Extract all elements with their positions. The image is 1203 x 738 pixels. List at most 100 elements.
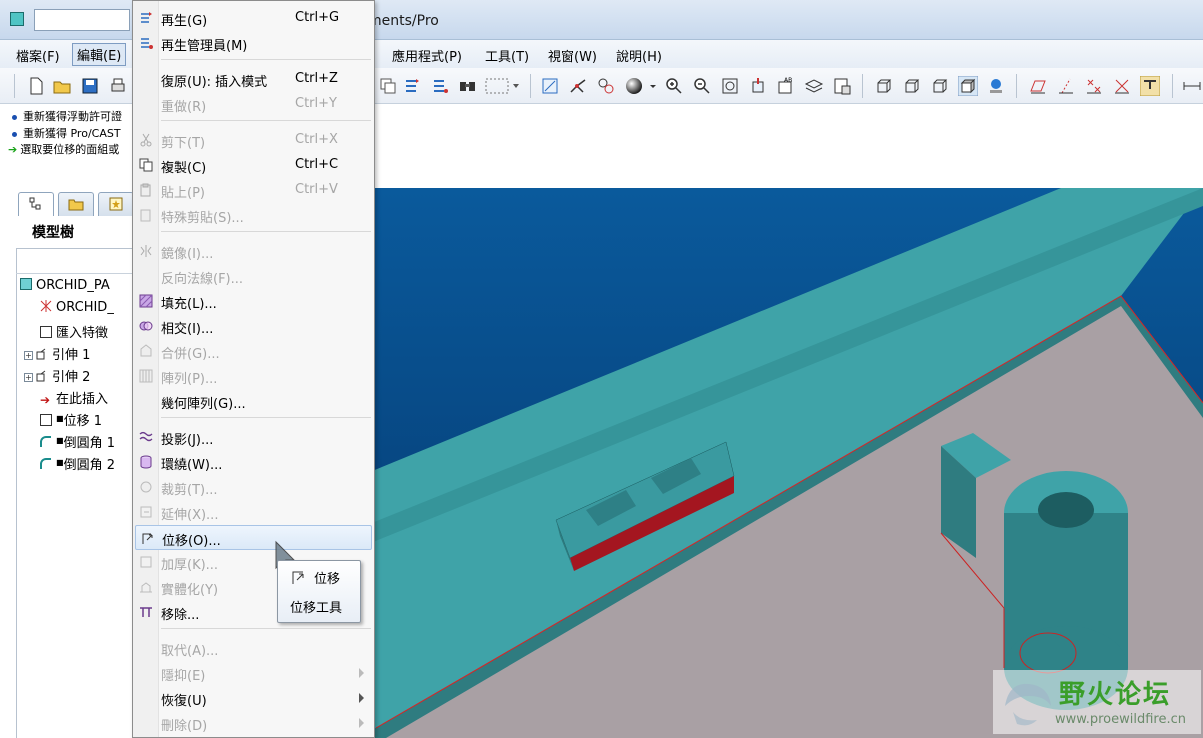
- menu-item-extend[interactable]: 延伸(X)...: [133, 500, 374, 525]
- folder-icon: [68, 199, 84, 211]
- menu-item-flip-normals[interactable]: 反向法線(F)...: [133, 264, 374, 289]
- insert-arrow-icon: ➔: [40, 393, 51, 407]
- new-file-icon[interactable]: [26, 76, 46, 96]
- tree-item-root[interactable]: ORCHID_PA: [20, 278, 110, 293]
- tab-folder-browser[interactable]: [58, 192, 94, 216]
- menu-item-mirror[interactable]: 鏡像(I)...: [133, 239, 374, 264]
- datum-axis-display-icon[interactable]: [1056, 76, 1076, 96]
- info-bullet-icon: [12, 114, 17, 120]
- spin-center-icon[interactable]: [596, 76, 616, 96]
- pattern-icon: [139, 369, 153, 383]
- selection-filter-icon[interactable]: [485, 76, 521, 96]
- svg-text:AB: AB: [784, 77, 792, 84]
- chevron-down-icon[interactable]: [648, 76, 658, 96]
- reorient-icon[interactable]: [748, 76, 768, 96]
- tree-item-import[interactable]: 匯入特徵: [40, 322, 108, 341]
- coordinate-system-icon[interactable]: [1112, 76, 1132, 96]
- zoom-out-icon[interactable]: [692, 76, 712, 96]
- menu-item-geometry-pattern[interactable]: 幾何陣列(G)...: [133, 389, 374, 414]
- menu-item-copy[interactable]: 複製(C) Ctrl+C: [133, 153, 374, 178]
- tree-item-csys[interactable]: ORCHID_: [40, 300, 114, 315]
- save-icon[interactable]: [80, 76, 100, 96]
- refit-icon[interactable]: [720, 76, 740, 96]
- tab-favorites[interactable]: [98, 192, 134, 216]
- find-icon[interactable]: [458, 76, 478, 96]
- sketch-icon[interactable]: [540, 76, 560, 96]
- offset-icon: [292, 571, 304, 584]
- menu-applications[interactable]: 應用程式(P): [392, 46, 462, 65]
- prompt-arrow-icon: ➔: [8, 143, 18, 156]
- copy-tool-icon[interactable]: [378, 76, 398, 96]
- datum-axis-icon[interactable]: [568, 76, 588, 96]
- menu-item-suppress[interactable]: 隱抑(E): [133, 661, 374, 686]
- menu-edit[interactable]: 編輯(E): [72, 43, 127, 66]
- tree-item-round-1[interactable]: ■倒圓角 1: [40, 432, 115, 451]
- no-hidden-icon[interactable]: [930, 76, 950, 96]
- favorites-icon: [109, 197, 123, 211]
- paste-special-icon: [140, 209, 151, 222]
- tree-item-insert-here[interactable]: ➔ 在此插入: [40, 388, 108, 407]
- menu-item-wrap[interactable]: 環繞(W)...: [133, 450, 374, 475]
- datum-point-icon[interactable]: [1084, 76, 1104, 96]
- open-folder-icon[interactable]: [52, 76, 72, 96]
- window-title: ments/Pro: [368, 13, 439, 29]
- print-icon[interactable]: [108, 76, 128, 96]
- menu-item-intersect[interactable]: 相交(I)...: [133, 314, 374, 339]
- menu-item-regen-manager[interactable]: 再生管理員(M): [133, 31, 374, 56]
- menu-file[interactable]: 檔案(F): [16, 46, 60, 65]
- menu-window[interactable]: 視窗(W): [548, 46, 597, 65]
- menu-item-paste[interactable]: 貼上(P) Ctrl+V: [133, 178, 374, 203]
- tab-model-tree[interactable]: [18, 192, 54, 216]
- wireframe-icon[interactable]: [874, 76, 894, 96]
- fill-icon: [139, 294, 153, 308]
- menu-item-merge[interactable]: 合併(G)...: [133, 339, 374, 364]
- solidify-icon: [140, 582, 152, 593]
- menu-item-delete[interactable]: 刪除(D): [133, 711, 374, 736]
- menu-help[interactable]: 說明(H): [616, 46, 662, 65]
- hidden-line-icon[interactable]: [902, 76, 922, 96]
- menu-tools[interactable]: 工具(T): [485, 46, 529, 65]
- model-tree-header: [16, 248, 136, 274]
- tree-item-round-2[interactable]: ■倒圓角 2: [40, 454, 115, 473]
- layers-icon[interactable]: [804, 76, 824, 96]
- edit-menu: 再生(G) Ctrl+G 再生管理員(M) 復原(U): 插入模式 Ctrl+Z…: [132, 0, 375, 738]
- regen-manager-icon[interactable]: [430, 76, 450, 96]
- title-input[interactable]: [34, 9, 130, 31]
- saved-views-icon[interactable]: AB: [776, 76, 796, 96]
- menu-item-redo[interactable]: 重做(R) Ctrl+Y: [133, 92, 374, 117]
- menu-item-regenerate[interactable]: 再生(G) Ctrl+G: [133, 6, 374, 31]
- shading-sphere-icon[interactable]: [624, 76, 644, 96]
- menu-item-fill[interactable]: 填充(L)...: [133, 289, 374, 314]
- expand-icon[interactable]: +: [24, 373, 33, 382]
- menu-separator: [161, 231, 371, 232]
- shading-icon[interactable]: [958, 76, 978, 96]
- app-icon[interactable]: [10, 12, 24, 26]
- intersect-icon: [139, 321, 153, 331]
- watermark-title: 野火论坛: [1059, 680, 1172, 710]
- menu-item-project[interactable]: 投影(J)...: [133, 425, 374, 450]
- message-line: 重新獲得浮動許可證: [12, 108, 122, 124]
- tree-item-extrude-2[interactable]: + 引伸 2: [24, 366, 90, 385]
- tooltip-title: 位移: [314, 572, 341, 587]
- menu-item-undo[interactable]: 復原(U): 插入模式 Ctrl+Z: [133, 67, 374, 92]
- menu-item-trim[interactable]: 裁剪(T)...: [133, 475, 374, 500]
- menu-item-pattern[interactable]: 陣列(P)...: [133, 364, 374, 389]
- view-manager-icon[interactable]: [832, 76, 852, 96]
- measure-icon[interactable]: [1182, 76, 1202, 96]
- expand-icon[interactable]: +: [24, 351, 33, 360]
- regenerate-icon[interactable]: [402, 76, 422, 96]
- tree-item-extrude-1[interactable]: + 引伸 1: [24, 344, 90, 363]
- menu-item-offset[interactable]: 位移(O)...: [135, 525, 372, 550]
- annotation-icon[interactable]: [1140, 76, 1160, 96]
- zoom-in-icon[interactable]: [664, 76, 684, 96]
- menu-item-paste-special[interactable]: 特殊剪貼(S)...: [133, 203, 374, 228]
- tree-item-offset-1[interactable]: ■位移 1: [40, 410, 102, 429]
- menu-separator: [161, 120, 371, 121]
- menu-item-replace[interactable]: 取代(A)...: [133, 636, 374, 661]
- extrude-icon: [36, 348, 46, 360]
- menu-item-resume[interactable]: 恢復(U): [133, 686, 374, 711]
- hinge-hole: [1038, 492, 1094, 528]
- appearance-icon[interactable]: [986, 76, 1006, 96]
- datum-plane-icon[interactable]: [1028, 76, 1048, 96]
- menu-item-cut[interactable]: 剪下(T) Ctrl+X: [133, 128, 374, 153]
